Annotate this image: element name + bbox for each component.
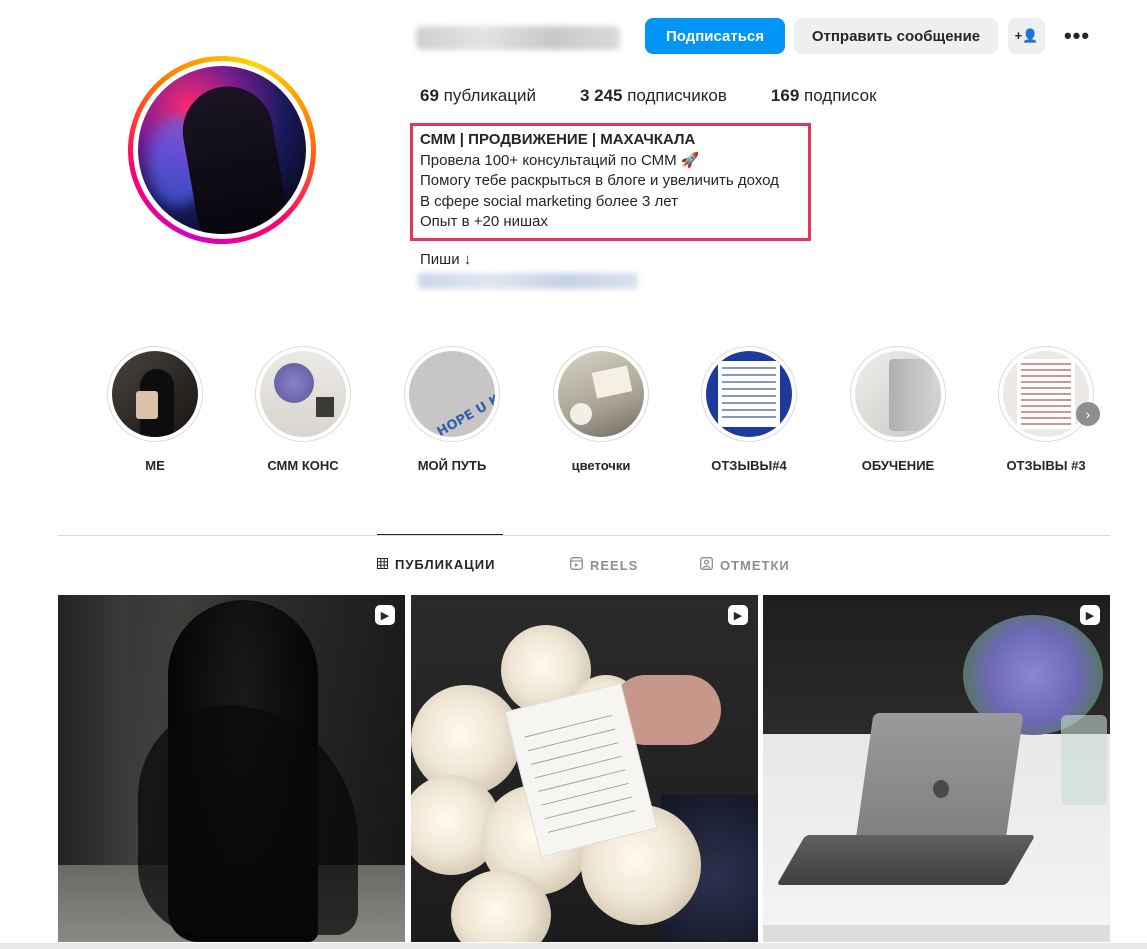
highlight-ring (107, 346, 203, 442)
active-tab-indicator (377, 534, 503, 535)
highlight-ring (553, 346, 649, 442)
highlight-cover (1003, 351, 1089, 437)
highlight-cover (260, 351, 346, 437)
profile-bio: СММ | ПРОДВИЖЕНИЕ | МАХАЧКАЛА Провела 10… (420, 130, 779, 233)
highlight-label: ОТЗЫВЫ #3 (1006, 458, 1086, 473)
highlight-item[interactable]: I HOPE U KN HOW LOVED U МОЙ ПУТЬ (377, 346, 527, 473)
tab-label: REELS (590, 557, 639, 573)
highlight-ring (701, 346, 797, 442)
highlight-cover-text: I HOPE U KN HOW LOVED U (427, 351, 495, 437)
bio-line-1: Провела 100+ консультаций по СММ 🚀 (420, 151, 700, 169)
tabs-divider (58, 535, 1110, 536)
stat-followers[interactable]: 3 245 подписчиков (580, 86, 727, 106)
posts-label: публикаций (443, 86, 536, 105)
following-count: 169 (770, 86, 800, 105)
highlight-ring (998, 346, 1094, 442)
send-message-button[interactable]: Отправить сообщение (794, 18, 998, 54)
post-thumbnail[interactable]: ▶ (763, 595, 1110, 942)
post-thumbnail[interactable]: ▶ (411, 595, 758, 942)
post-vase (1061, 715, 1107, 805)
bio-link-blurred[interactable] (418, 273, 638, 289)
avatar-image (138, 66, 306, 234)
highlight-item[interactable]: ОБУЧЕНИЕ (823, 346, 973, 473)
apple-logo-icon (933, 780, 949, 798)
post-veil (138, 705, 358, 935)
highlight-label: ОТЗЫВЫ#4 (711, 458, 787, 473)
following-label: подписок (804, 86, 877, 105)
highlight-cover (706, 351, 792, 437)
grid-icon (377, 557, 388, 572)
posts-count: 69 (420, 86, 439, 105)
chevron-right-icon[interactable]: › (1076, 402, 1100, 426)
tab-label: ОТМЕТКИ (720, 557, 790, 573)
highlight-item[interactable]: СММ КОНС (228, 346, 378, 473)
reel-icon: ▶ (375, 605, 395, 625)
reel-icon: ▶ (728, 605, 748, 625)
more-options-icon[interactable]: ••• (1058, 18, 1096, 54)
bio-line-3: В сфере social marketing более 3 лет (420, 192, 678, 210)
post-laptop-base (776, 835, 1036, 885)
followers-count: 3 245 (579, 86, 623, 105)
avatar-figure (175, 79, 291, 234)
stat-following[interactable]: 169 подписок (771, 86, 877, 106)
tab-tagged[interactable]: ОТМЕТКИ (700, 557, 790, 573)
bio-cta: Пиши ↓ (420, 251, 472, 268)
profile-avatar[interactable] (128, 56, 316, 244)
highlight-cover: I HOPE U KN HOW LOVED U (409, 351, 495, 437)
post-thumbnail[interactable]: ▶ (58, 595, 405, 942)
highlight-cover (855, 351, 941, 437)
highlight-cover (112, 351, 198, 437)
stat-posts: 69 публикаций (420, 86, 536, 106)
highlight-item[interactable]: ОТЗЫВЫ#4 (674, 346, 824, 473)
highlight-label: МЕ (145, 458, 165, 473)
highlight-ring (255, 346, 351, 442)
highlight-item[interactable]: МЕ (80, 346, 230, 473)
highlight-label: ОБУЧЕНИЕ (861, 458, 935, 473)
bottom-scrollbar (0, 943, 1147, 949)
highlight-cover (558, 351, 644, 437)
bio-line-4: Опыт в +20 нишах (420, 213, 548, 230)
tab-label: ПУБЛИКАЦИИ (395, 557, 496, 572)
followers-label: подписчиков (627, 86, 727, 105)
bio-name: СММ | ПРОДВИЖЕНИЕ | МАХАЧКАЛА (420, 131, 696, 148)
highlight-label: МОЙ ПУТЬ (417, 458, 487, 473)
tagged-icon (700, 557, 713, 573)
follow-button[interactable]: Подписаться (645, 18, 785, 54)
post-table-edge (763, 925, 1110, 942)
reel-icon: ▶ (1080, 605, 1100, 625)
reels-icon (570, 557, 583, 573)
tab-reels[interactable]: REELS (570, 557, 638, 573)
highlight-item[interactable]: цветочки (526, 346, 676, 473)
tab-posts[interactable]: ПУБЛИКАЦИИ (377, 557, 495, 572)
profile-stats: 69 публикаций 3 245 подписчиков 169 подп… (420, 86, 921, 106)
highlight-ring (850, 346, 946, 442)
story-highlights: МЕ СММ КОНС I HOPE U KN HOW LOVED U МОЙ … (80, 346, 1120, 476)
bio-line-2: Помогу тебе раскрыться в блоге и увеличи… (420, 172, 779, 189)
username-blurred (416, 26, 620, 50)
highlight-label: цветочки (571, 458, 631, 473)
highlight-ring: I HOPE U KN HOW LOVED U (404, 346, 500, 442)
highlight-label: СММ КОНС (267, 458, 339, 473)
add-user-icon[interactable]: +👤 (1008, 18, 1045, 54)
